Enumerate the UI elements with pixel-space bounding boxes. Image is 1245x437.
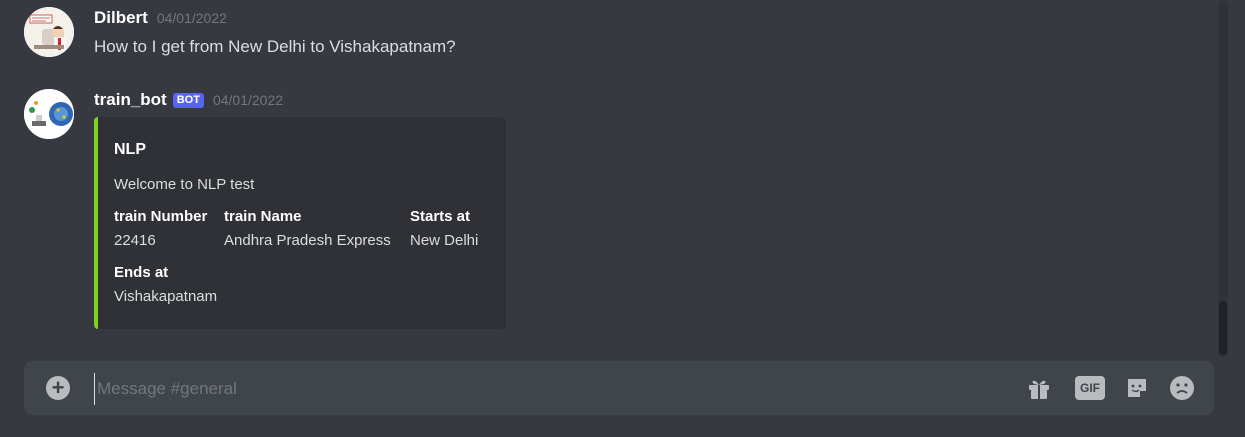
field-value: Andhra Pradesh Express (224, 232, 391, 249)
gift-icon[interactable] (1025, 374, 1053, 402)
embed-accent-bar (94, 117, 98, 329)
message-composer: + GIF (24, 361, 1214, 415)
embed-field-ends-at: Ends at Vishakapatnam (114, 264, 217, 305)
field-name: Ends at (114, 264, 169, 281)
sticker-icon[interactable] (1123, 374, 1151, 402)
bottom-strip (0, 415, 1245, 437)
embed-field-train-number: train Number 22416 (114, 208, 207, 249)
dilbert-avatar[interactable] (24, 7, 74, 57)
username[interactable]: Dilbert (94, 8, 148, 28)
bot-avatar[interactable] (24, 89, 74, 139)
field-value: New Delhi (410, 232, 479, 249)
embed-field-train-name: train Name Andhra Pradesh Express (224, 208, 391, 249)
field-value: 22416 (114, 232, 156, 249)
scrollbar-thumb[interactable] (1219, 301, 1227, 355)
bot-badge: BOT (172, 93, 204, 108)
embed-description: Welcome to NLP test (114, 176, 255, 193)
message-input[interactable] (94, 373, 999, 405)
field-name: train Number (114, 208, 208, 225)
embed: NLP Welcome to NLP test train Number 224… (94, 117, 506, 329)
embed-title: NLP (114, 141, 146, 158)
field-name: train Name (224, 208, 302, 225)
timestamp: 04/01/2022 (156, 10, 227, 26)
embed-field-starts-at: Starts at New Delhi (410, 208, 478, 249)
field-value: Vishakapatnam (114, 288, 218, 305)
gif-icon[interactable]: GIF (1075, 376, 1105, 400)
emoji-icon[interactable] (1168, 374, 1196, 402)
add-icon[interactable]: + (46, 376, 70, 400)
message-text: How to I get from New Delhi to Vishakapa… (94, 37, 456, 56)
timestamp: 04/01/2022 (212, 92, 284, 108)
field-name: Starts at (410, 208, 471, 225)
username[interactable]: train_bot (94, 90, 167, 110)
